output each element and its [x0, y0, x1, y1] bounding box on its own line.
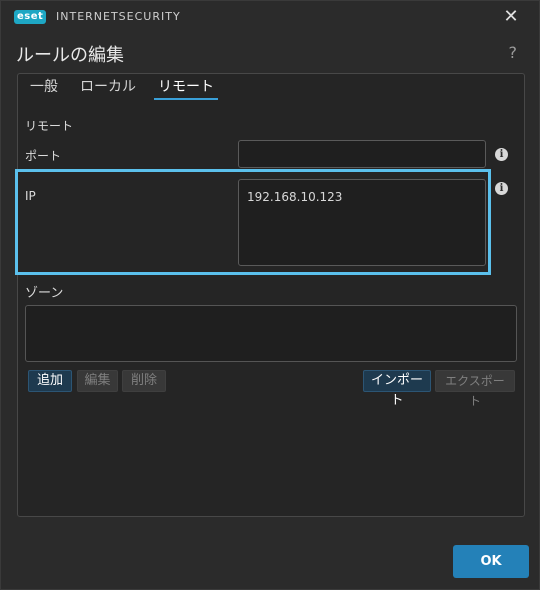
export-button[interactable]: エクスポート: [435, 370, 515, 408]
zone-label: ゾーン: [25, 286, 64, 301]
help-icon[interactable]: ?: [509, 43, 518, 62]
ok-button[interactable]: OK: [453, 545, 529, 578]
port-label: ポート: [25, 149, 62, 163]
port-input[interactable]: [238, 140, 486, 168]
tab-bar: 一般 ローカル リモート: [26, 76, 218, 102]
delete-button[interactable]: 削除: [122, 370, 166, 392]
add-button[interactable]: 追加: [28, 370, 72, 392]
dialog-title: ルールの編集: [16, 45, 124, 66]
info-icon[interactable]: i: [495, 182, 508, 195]
edit-button[interactable]: 編集: [77, 370, 118, 392]
import-button[interactable]: インポート: [363, 370, 431, 408]
tab-remote[interactable]: リモート: [154, 76, 218, 100]
close-icon[interactable]: ✕: [501, 7, 521, 27]
rule-edit-window: eset INTERNETSECURITY ✕ ルールの編集 ? 一般 ローカル…: [0, 0, 540, 590]
titlebar: eset INTERNETSECURITY ✕: [1, 1, 539, 35]
eset-logo: eset: [14, 10, 47, 24]
rule-panel: 一般 ローカル リモート リモート ポート i IP 192.168.10.12…: [17, 73, 525, 517]
ip-highlight-frame: [15, 169, 491, 275]
tab-local[interactable]: ローカル: [76, 76, 140, 100]
zone-list[interactable]: [25, 305, 517, 362]
tab-general[interactable]: 一般: [26, 76, 62, 100]
info-icon[interactable]: i: [495, 148, 508, 161]
product-name: INTERNETSECURITY: [56, 10, 181, 23]
remote-section-label: リモート: [25, 119, 74, 133]
